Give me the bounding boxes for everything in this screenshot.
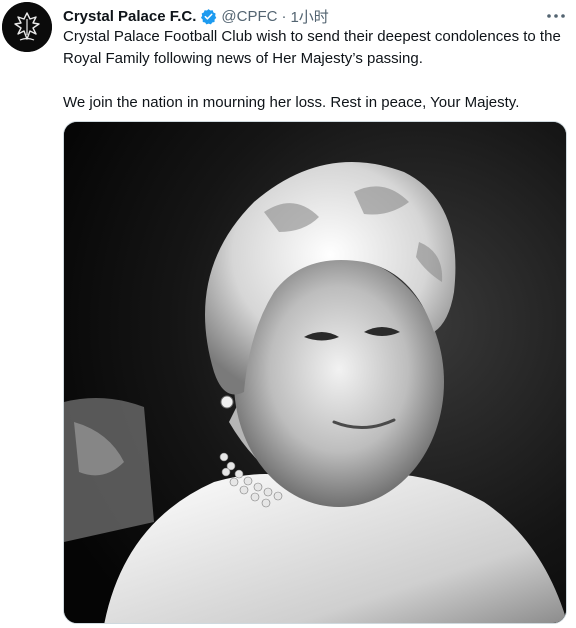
tweet-photo[interactable]	[63, 121, 567, 624]
tweet-paragraph: We join the nation in mourning her loss.…	[63, 94, 520, 111]
eagle-crest-icon	[2, 2, 52, 52]
more-options-icon[interactable]	[546, 9, 566, 21]
tweet-header: Crystal Palace F.C. @CPFC · 1小时	[63, 5, 542, 27]
avatar[interactable]	[2, 2, 52, 52]
author-name[interactable]: Crystal Palace F.C.	[63, 8, 196, 25]
tweet[interactable]: Crystal Palace F.C. @CPFC · 1小时 Crystal …	[0, 0, 576, 628]
author-handle[interactable]: @CPFC	[221, 8, 277, 25]
portrait-photo	[64, 122, 566, 623]
separator: ·	[281, 7, 287, 25]
tweet-text: Crystal Palace Football Club wish to sen…	[63, 26, 568, 114]
timestamp[interactable]: 1小时	[290, 6, 328, 27]
verified-badge-icon	[200, 8, 217, 25]
tweet-paragraph: Crystal Palace Football Club wish to sen…	[63, 28, 561, 67]
